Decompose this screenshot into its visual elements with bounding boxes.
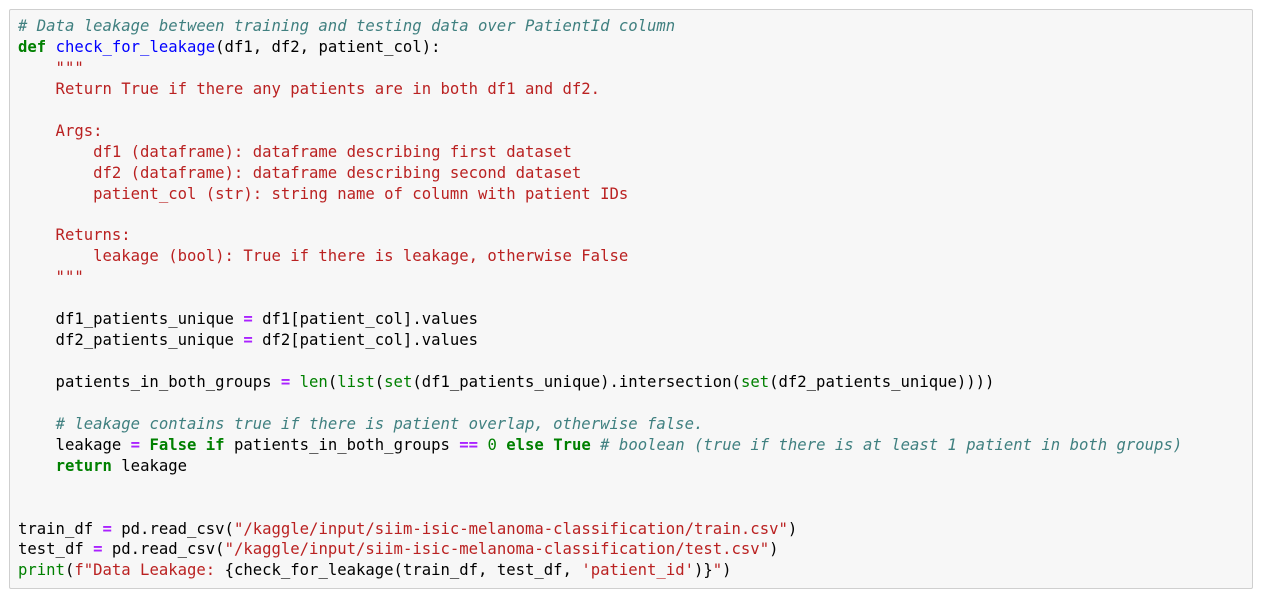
code-token: =	[243, 331, 253, 350]
code-token: df1_patients_unique	[18, 310, 244, 329]
code-token: # Data leakage between training and test…	[18, 17, 676, 35]
code-line: """	[18, 58, 1182, 79]
code-token: pd.read_csv(	[111, 519, 234, 538]
code-token: test_df	[18, 540, 94, 559]
code-token: Returns:	[18, 226, 131, 245]
code-cell[interactable]: # Data leakage between training and test…	[9, 9, 1253, 589]
code-token: 0	[487, 435, 497, 454]
code-token: return	[55, 456, 112, 475]
code-token: False	[149, 435, 197, 454]
code-token: =	[280, 372, 291, 391]
code-token: """	[18, 268, 84, 287]
code-token: else	[506, 435, 544, 454]
code-token: train_df	[18, 519, 103, 538]
code-token: 'patient_id'	[581, 561, 694, 580]
code-token: df2[patient_col].values	[252, 331, 479, 350]
code-token: patients_in_both_groups	[224, 435, 460, 454]
code-token: (df1_patients_unique).intersection(	[412, 372, 741, 391]
code-token: df2 (dataframe): dataframe describing se…	[18, 163, 582, 182]
code-token: "	[712, 561, 723, 580]
code-token: list	[337, 372, 375, 391]
code-token: )	[787, 519, 798, 538]
code-token: True	[553, 435, 591, 454]
code-token: print	[18, 561, 65, 580]
code-token: =	[130, 435, 141, 454]
code-token: {check_for_leakage(train_df, test_df,	[224, 561, 582, 580]
code-token: def	[18, 37, 47, 56]
code-line: patient_col (str): string name of column…	[18, 184, 1182, 205]
code-token: "/kaggle/input/siim-isic-melanoma-classi…	[224, 540, 770, 559]
code-token: set	[384, 372, 413, 391]
code-line: print(f"Data Leakage: {check_for_leakage…	[18, 560, 1182, 581]
code-line: train_df = pd.read_csv("/kaggle/input/si…	[18, 519, 1182, 540]
code-token: (	[374, 372, 385, 391]
code-line: df1_patients_unique = df1[patient_col].v…	[18, 309, 1182, 330]
code-token: df1[patient_col].values	[252, 310, 479, 329]
code-token: leakage (bool): True if there is leakage…	[18, 247, 629, 266]
code-token: Return True if there any patients are in…	[18, 79, 601, 98]
code-token: df1 (dataframe): dataframe describing fi…	[18, 142, 572, 161]
code-line: leakage (bool): True if there is leakage…	[18, 246, 1182, 267]
code-token: if	[205, 435, 225, 454]
code-token: df2_patients_unique	[18, 331, 244, 350]
code-token: check_for_leakage	[55, 37, 216, 56]
code-token: # leakage contains true if there is pati…	[55, 414, 704, 433]
code-token: =	[243, 310, 253, 329]
code-line: Args:	[18, 121, 1182, 142]
code-line: Returns:	[18, 225, 1182, 246]
code-editor[interactable]: # Data leakage between training and test…	[18, 16, 1182, 581]
code-token: f"Data Leakage:	[74, 561, 225, 580]
code-line: patients_in_both_groups = len(list(set(d…	[18, 372, 1182, 393]
code-token: Args:	[18, 121, 103, 140]
code-line: df2_patients_unique = df2[patient_col].v…	[18, 330, 1182, 351]
code-token: =	[93, 540, 103, 559]
code-line: # Data leakage between training and test…	[18, 16, 1182, 37]
code-token: # boolean (true if there is at least 1 p…	[600, 435, 1183, 454]
code-token: (df2_patients_unique))))	[769, 372, 995, 391]
code-line: leakage = False if patients_in_both_grou…	[18, 435, 1183, 456]
code-line: test_df = pd.read_csv("/kaggle/input/sii…	[18, 539, 1182, 560]
code-token: (	[327, 372, 338, 391]
code-token: set	[740, 372, 770, 391]
code-line: return leakage	[18, 456, 1182, 477]
code-line: # leakage contains true if there is pati…	[18, 414, 1182, 435]
code-token: leakage	[18, 435, 131, 454]
code-line: def check_for_leakage(df1, df2, patient_…	[18, 37, 1182, 58]
code-line: Return True if there any patients are in…	[18, 79, 1182, 100]
code-line: """	[18, 267, 1182, 288]
code-token: patient_col (str): string name of column…	[18, 184, 629, 203]
code-token: )	[722, 561, 732, 580]
code-token: )}	[694, 561, 713, 580]
code-token: (df1, df2, patient_col):	[215, 37, 441, 56]
code-line: df2 (dataframe): dataframe describing se…	[18, 163, 1182, 184]
code-token: pd.read_csv(	[102, 540, 225, 559]
code-token: leakage	[111, 456, 188, 475]
code-token: "/kaggle/input/siim-isic-melanoma-classi…	[233, 519, 788, 538]
code-token: ==	[459, 435, 479, 454]
code-line: df1 (dataframe): dataframe describing fi…	[18, 142, 1182, 163]
code-token: =	[102, 519, 112, 538]
code-token: len	[299, 372, 328, 391]
code-token: patients_in_both_groups	[18, 372, 281, 391]
code-token: )	[769, 540, 779, 559]
code-token: (	[64, 561, 75, 580]
code-token: """	[18, 58, 84, 77]
